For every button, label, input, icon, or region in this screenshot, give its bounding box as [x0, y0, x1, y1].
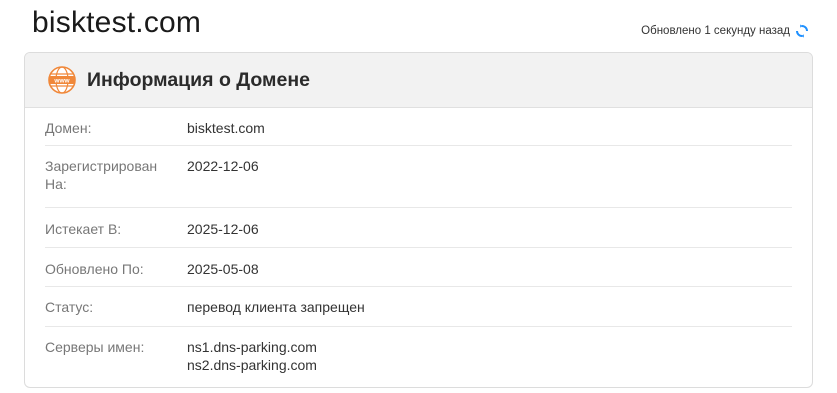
info-label: Зарегистрирован На:: [45, 157, 187, 207]
info-label-line: На:: [45, 176, 67, 192]
www-icon: www: [47, 65, 77, 95]
info-label: Серверы имен:: [45, 339, 145, 355]
info-label: Обновлено По:: [45, 261, 144, 277]
domain-info-card: www Информация о Домене Домен: bisktest.…: [24, 52, 813, 388]
card-title: Информация о Домене: [87, 68, 310, 91]
info-value: 2025-12-06: [187, 221, 259, 237]
info-label: Статус:: [45, 299, 94, 315]
info-label: Истекает В:: [45, 221, 122, 237]
refresh-icon[interactable]: [795, 24, 809, 38]
card-header: www Информация о Домене: [25, 53, 812, 108]
info-label-line: Зарегистрирован: [45, 158, 158, 174]
info-row-expires: Истекает В: 2025-12-06: [45, 208, 792, 248]
info-row-status: Статус: перевод клиента запрещен: [45, 287, 792, 327]
info-row-nameservers: Серверы имен: ns1.dns-parking.com ns2.dn…: [45, 327, 792, 387]
info-value: ns1.dns-parking.com ns2.dns-parking.com: [187, 338, 317, 387]
info-row-updated: Обновлено По: 2025-05-08: [45, 248, 792, 287]
nameserver: ns1.dns-parking.com: [187, 339, 317, 355]
last-updated: Обновлено 1 секунду назад: [641, 24, 809, 38]
domain-info-list: Домен: bisktest.com Зарегистрирован На: …: [25, 108, 812, 387]
svg-text:www: www: [53, 78, 70, 85]
info-row-registered: Зарегистрирован На: 2022-12-06: [45, 146, 792, 208]
last-updated-text: Обновлено 1 секунду назад: [641, 25, 790, 37]
info-value: bisktest.com: [187, 120, 265, 136]
info-row-domain: Домен: bisktest.com: [45, 108, 792, 146]
info-label: Домен:: [45, 120, 92, 136]
info-value: 2022-12-06: [187, 158, 259, 174]
nameserver: ns2.dns-parking.com: [187, 357, 317, 373]
info-value: 2025-05-08: [187, 261, 259, 277]
info-value: перевод клиента запрещен: [187, 299, 365, 315]
domain-title: bisktest.com: [32, 6, 202, 39]
